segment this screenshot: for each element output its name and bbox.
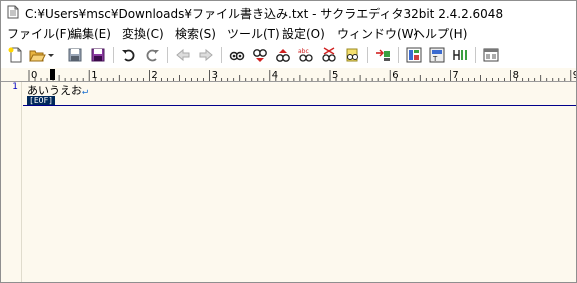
- text-area[interactable]: あいうえお↵ [EOF]: [27, 82, 576, 282]
- undo-icon[interactable]: [120, 46, 138, 64]
- newline-mark: ↵: [82, 86, 89, 97]
- ruler[interactable]: 0 1 2 3 4 5 6 7 8 9: [25, 68, 576, 82]
- find-icon[interactable]: [228, 46, 246, 64]
- toolbar: abc T: [1, 42, 576, 68]
- save-icon[interactable]: [66, 46, 84, 64]
- save-all-icon[interactable]: [89, 46, 107, 64]
- dropdown-arrow-icon[interactable]: [46, 46, 56, 64]
- ruler-number: 7: [452, 70, 458, 81]
- redo-icon[interactable]: [143, 46, 161, 64]
- toolbar-separator: [167, 47, 168, 63]
- ruler-number: 5: [332, 70, 338, 81]
- back-icon[interactable]: [174, 46, 192, 64]
- line-number-gutter: 1: [1, 82, 22, 282]
- toolbar-separator: [475, 47, 476, 63]
- outline-icon[interactable]: [405, 46, 423, 64]
- menu-window[interactable]: ウィンドウ(W): [337, 25, 418, 42]
- settings-icon[interactable]: T: [428, 46, 446, 64]
- new-file-icon[interactable]: [7, 46, 25, 64]
- menu-edit[interactable]: 編集(E): [70, 25, 111, 42]
- line-number: 1: [12, 82, 18, 92]
- find-next-icon[interactable]: [251, 46, 269, 64]
- jump-icon[interactable]: [374, 46, 392, 64]
- bookmark-icon[interactable]: [343, 46, 361, 64]
- menu-help[interactable]: ヘルプ(H): [413, 25, 467, 42]
- cursor-line-underline: [23, 105, 576, 106]
- forward-icon[interactable]: [197, 46, 215, 64]
- app-window: C:¥Users¥msc¥Downloads¥ファイル書き込み.txt - サク…: [0, 0, 577, 283]
- find-grep-icon[interactable]: abc: [297, 46, 315, 64]
- menu-settings[interactable]: 設定(O): [282, 25, 325, 42]
- toolbar-separator: [113, 47, 114, 63]
- ruler-number: 0: [31, 70, 37, 81]
- type-settings-icon[interactable]: [451, 46, 469, 64]
- toolbar-separator: [221, 47, 222, 63]
- toolbar-separator: [367, 47, 368, 63]
- title-bar[interactable]: C:¥Users¥msc¥Downloads¥ファイル書き込み.txt - サク…: [1, 1, 576, 23]
- ruler-number: 6: [392, 70, 398, 81]
- ruler-number: 1: [91, 70, 97, 81]
- find-prev-icon[interactable]: [274, 46, 292, 64]
- ruler-cursor-marker: [50, 69, 55, 80]
- ruler-number: 3: [212, 70, 218, 81]
- app-icon: [7, 5, 19, 19]
- svg-text:abc: abc: [298, 48, 309, 55]
- ruler-corner: [1, 68, 25, 82]
- ruler-number: 2: [151, 70, 157, 81]
- menu-bar: ファイル(F) 編集(E) 変換(C) 検索(S) ツール(T) 設定(O) ウ…: [1, 23, 576, 42]
- ruler-number: 8: [513, 70, 519, 81]
- window-list-icon[interactable]: [482, 46, 500, 64]
- svg-text:T: T: [432, 55, 438, 63]
- ruler-number: 9: [573, 70, 576, 81]
- open-folder-icon[interactable]: [28, 46, 46, 64]
- ruler-number: 4: [272, 70, 278, 81]
- menu-search[interactable]: 検索(S): [175, 25, 216, 42]
- menu-tools[interactable]: ツール(T): [227, 25, 280, 42]
- replace-icon[interactable]: [320, 46, 338, 64]
- editor-area[interactable]: 0 1 2 3 4 5 6 7 8 9 1 あいうえお↵ [EOF]: [1, 68, 576, 282]
- toolbar-separator: [398, 47, 399, 63]
- window-title: C:¥Users¥msc¥Downloads¥ファイル書き込み.txt - サク…: [25, 7, 504, 21]
- menu-file[interactable]: ファイル(F): [7, 25, 71, 42]
- menu-convert[interactable]: 変換(C): [122, 25, 164, 42]
